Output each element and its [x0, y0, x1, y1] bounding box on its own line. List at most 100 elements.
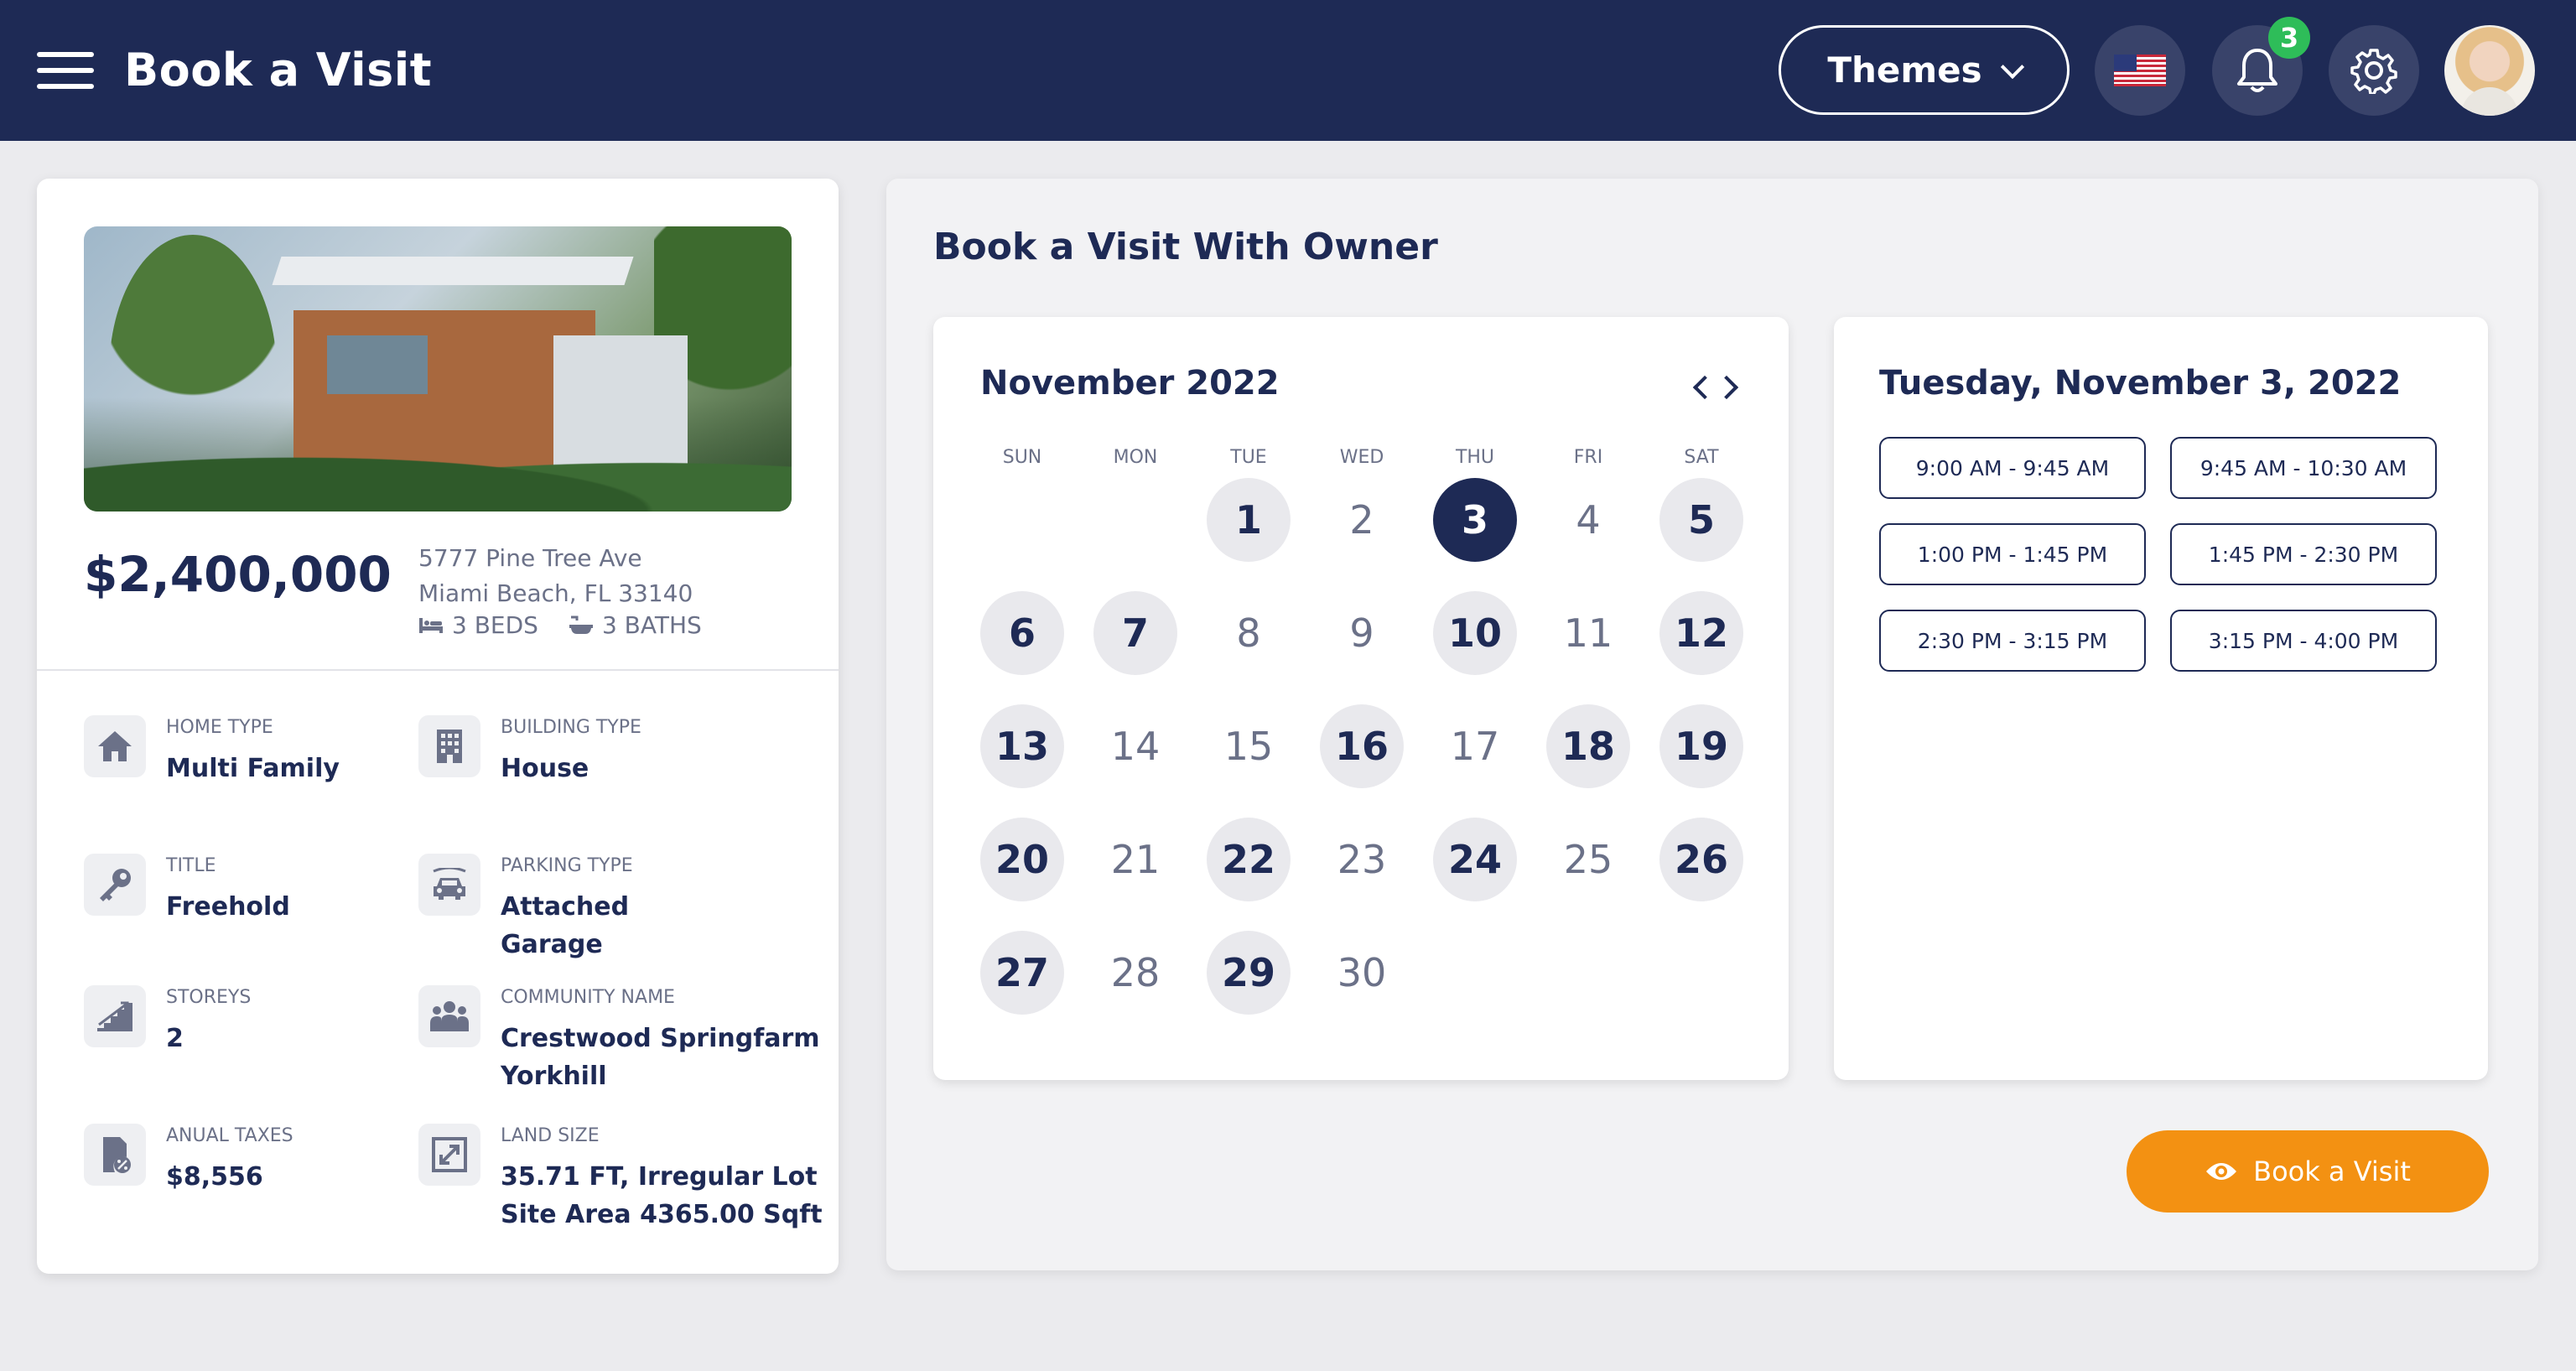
calendar-day: 2 [1349, 497, 1374, 543]
property-specs: 3 BEDS 3 BATHS [418, 611, 702, 639]
calendar-day[interactable]: 12 [1659, 591, 1743, 675]
address-line-1: 5777 Pine Tree Ave [418, 544, 642, 572]
time-slot-button[interactable]: 3:15 PM - 4:00 PM [2170, 610, 2437, 672]
calendar-day[interactable]: 1 [1207, 478, 1291, 562]
calendar-day: 23 [1337, 837, 1387, 882]
calendar-day[interactable]: 13 [980, 704, 1064, 788]
calendar-day: 21 [1110, 837, 1161, 882]
time-slot-button[interactable]: 1:00 PM - 1:45 PM [1879, 523, 2146, 585]
time-slot-button[interactable]: 9:45 AM - 10:30 AM [2170, 437, 2437, 499]
calendar-day: 25 [1563, 837, 1613, 882]
language-button[interactable] [2095, 25, 2185, 116]
detail-value: Freehold [166, 892, 290, 922]
detail-value: Multi Family [166, 754, 340, 783]
detail-value: 2 [166, 1024, 184, 1053]
weekday-label: MON [1113, 447, 1158, 468]
property-photo [84, 226, 792, 512]
weekday-label: THU [1455, 447, 1495, 468]
bed-icon [419, 617, 443, 633]
page-title: Book a Visit [124, 44, 433, 96]
calendar-day: 11 [1563, 610, 1613, 656]
calendar-day[interactable]: 20 [980, 818, 1064, 901]
calendar-day: 4 [1576, 497, 1601, 543]
calendar-day: 14 [1110, 724, 1161, 769]
detail-annual-taxes: ANUAL TAXES $8,556 [84, 1124, 293, 1196]
calendar-day[interactable]: 5 [1659, 478, 1743, 562]
address-line-2: Miami Beach, FL 33140 [418, 579, 693, 607]
chevron-left-icon[interactable] [1686, 372, 1715, 401]
us-flag-icon [2114, 55, 2166, 86]
weekday-label: SAT [1684, 447, 1719, 468]
detail-land-size: LAND SIZE 35.71 FT, Irregular Lot Site A… [418, 1124, 823, 1233]
book-visit-label: Book a Visit [2253, 1155, 2411, 1187]
stairs-icon [84, 985, 146, 1047]
chevron-right-icon[interactable] [1715, 372, 1743, 401]
calendar-day[interactable]: 7 [1093, 591, 1177, 675]
calendar-day[interactable]: 10 [1433, 591, 1517, 675]
time-slot-button[interactable]: 2:30 PM - 3:15 PM [1879, 610, 2146, 672]
booking-panel: Book a Visit With Owner November 2022 SU… [886, 179, 2538, 1270]
booking-title: Book a Visit With Owner [933, 226, 1438, 268]
time-slots-card: Tuesday, November 3, 2022 9:00 AM - 9:45… [1834, 317, 2488, 1080]
calendar-day[interactable]: 22 [1207, 818, 1291, 901]
calendar-day[interactable]: 24 [1433, 818, 1517, 901]
detail-value: 35.71 FT, Irregular Lot Site Area 4365.0… [501, 1162, 823, 1229]
chevron-down-icon [2000, 55, 2024, 79]
resize-icon [418, 1124, 480, 1186]
calendar-day[interactable]: 27 [980, 931, 1064, 1015]
weekday-label: TUE [1230, 447, 1267, 468]
calendar-day[interactable]: 26 [1659, 818, 1743, 901]
detail-label: STOREYS [166, 987, 252, 1008]
menu-icon[interactable] [37, 52, 94, 89]
detail-title: TITLE Freehold [84, 854, 290, 926]
calendar-day: 9 [1349, 610, 1374, 656]
detail-value: Crestwood Springfarm Yorkhill [501, 1024, 820, 1091]
themes-label: Themes [1827, 49, 1982, 91]
weekday-label: WED [1339, 447, 1384, 468]
detail-home-type: HOME TYPE Multi Family [84, 715, 340, 787]
settings-button[interactable] [2329, 25, 2419, 116]
tax-document-icon [84, 1124, 146, 1186]
detail-parking-type: PARKING TYPE Attached Garage [418, 854, 633, 963]
detail-label: TITLE [166, 855, 216, 876]
property-card: $2,400,000 5777 Pine Tree Ave Miami Beac… [37, 179, 839, 1274]
detail-label: COMMUNITY NAME [501, 987, 675, 1008]
calendar-day[interactable]: 16 [1320, 704, 1404, 788]
calendar-day[interactable]: 19 [1659, 704, 1743, 788]
calendar-day: 30 [1337, 950, 1387, 995]
calendar: November 2022 SUN MON TUE WED THU FRI SAT 1 2 3 4 5… [933, 317, 1789, 1080]
user-avatar[interactable] [2444, 25, 2535, 116]
calendar-day-selected[interactable]: 3 [1433, 478, 1517, 562]
calendar-day[interactable]: 18 [1546, 704, 1630, 788]
calendar-day[interactable]: 6 [980, 591, 1064, 675]
detail-value: House [501, 754, 589, 783]
beds-count: 3 BEDS [452, 611, 538, 639]
eye-icon [2206, 1163, 2237, 1180]
calendar-day: 8 [1236, 610, 1261, 656]
people-icon [418, 985, 480, 1047]
detail-building-type: BUILDING TYPE House [418, 715, 641, 787]
detail-value: Attached Garage [501, 892, 630, 959]
car-icon [418, 854, 480, 916]
detail-storeys: STOREYS 2 [84, 985, 251, 1057]
detail-label: LAND SIZE [501, 1125, 600, 1146]
calendar-day: 15 [1223, 724, 1274, 769]
detail-label: ANUAL TAXES [166, 1125, 293, 1146]
detail-label: HOME TYPE [166, 717, 273, 738]
baths-count: 3 BATHS [601, 611, 702, 639]
weekday-label: FRI [1573, 447, 1603, 468]
weekday-label: SUN [1002, 447, 1042, 468]
key-icon [84, 854, 146, 916]
book-visit-button[interactable]: Book a Visit [2127, 1130, 2489, 1213]
time-slot-button[interactable]: 9:00 AM - 9:45 AM [1879, 437, 2146, 499]
home-icon [84, 715, 146, 777]
time-slot-button[interactable]: 1:45 PM - 2:30 PM [2170, 523, 2437, 585]
detail-label: BUILDING TYPE [501, 717, 641, 738]
calendar-month: November 2022 [980, 364, 1280, 402]
gear-icon [2350, 49, 2397, 94]
calendar-day[interactable]: 29 [1207, 931, 1291, 1015]
bell-icon [2237, 49, 2277, 92]
property-address: 5777 Pine Tree Ave Miami Beach, FL 33140 [418, 541, 693, 611]
property-price: $2,400,000 [84, 546, 392, 603]
themes-dropdown-button[interactable]: Themes [1779, 25, 2070, 115]
